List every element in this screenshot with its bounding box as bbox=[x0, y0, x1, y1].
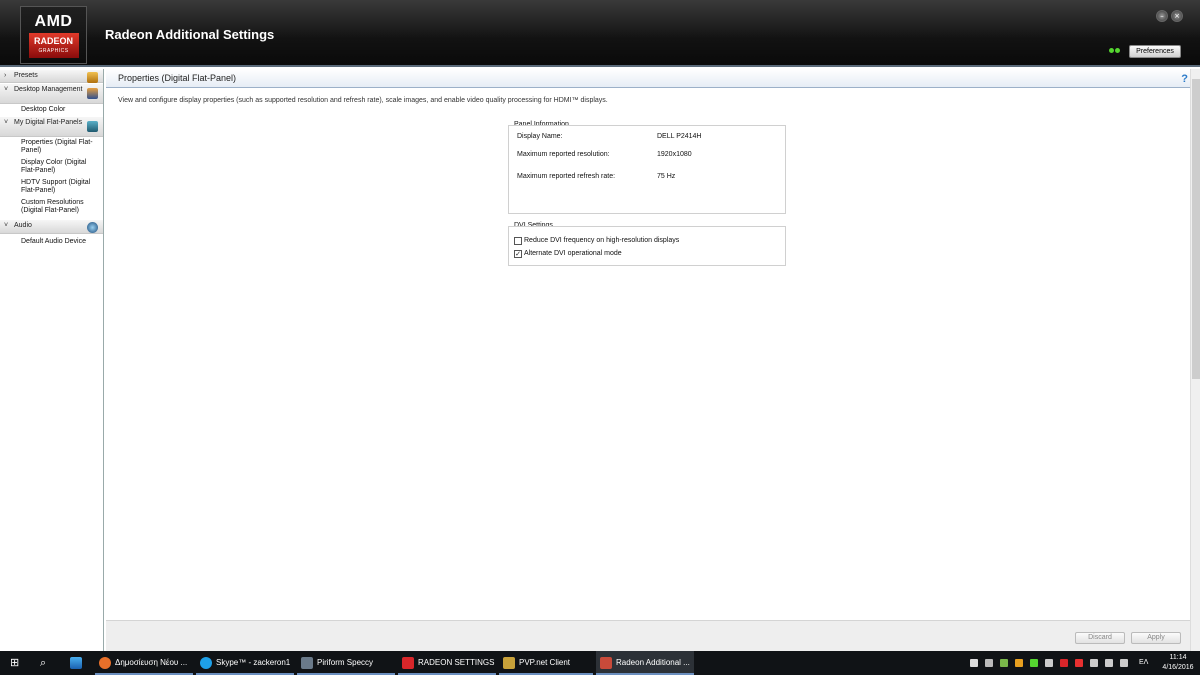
radeon-additional-icon bbox=[600, 657, 612, 669]
max-resolution-label: Maximum reported resolution: bbox=[517, 151, 610, 158]
chevron-down-icon: ˅ bbox=[4, 119, 9, 126]
tray-app-icon[interactable] bbox=[1030, 659, 1038, 667]
sidebar-item-hdtv-support[interactable]: HDTV Support (Digital Flat-Panel) bbox=[0, 177, 103, 197]
clock-time: 11:14 bbox=[1169, 654, 1187, 661]
chevron-right-icon: › bbox=[4, 72, 7, 79]
page-title-bar: Properties (Digital Flat-Panel) ? bbox=[106, 69, 1200, 88]
taskbar-item-speccy[interactable]: Piriform Speccy bbox=[297, 651, 395, 675]
notification-icon[interactable] bbox=[1120, 659, 1128, 667]
discard-button[interactable]: Discard bbox=[1075, 632, 1125, 644]
sidebar-category-my-digital-flat-panels[interactable]: ˅ My Digital Flat-Panels bbox=[0, 116, 103, 137]
system-clock[interactable]: 11:14 4/16/2016 bbox=[1158, 653, 1198, 673]
tray-app-icon[interactable] bbox=[1075, 659, 1083, 667]
taskbar-item-label: Δημοσίευση Νέου ... bbox=[115, 658, 188, 667]
desktop-management-icon bbox=[87, 88, 98, 99]
tray-app-icon[interactable] bbox=[970, 659, 978, 667]
task-view-icon[interactable] bbox=[70, 657, 82, 669]
clock-date: 4/16/2016 bbox=[1162, 664, 1194, 671]
preferences-button[interactable]: Preferences bbox=[1129, 45, 1181, 58]
language-indicator[interactable]: ΕΛ bbox=[1139, 651, 1148, 675]
sidebar-item-default-audio-device[interactable]: Default Audio Device bbox=[0, 234, 103, 248]
logo-radeon-badge: RADEON GRAPHICS bbox=[28, 33, 79, 58]
reduce-dvi-label[interactable]: Reduce DVI frequency on high-resolution … bbox=[524, 237, 679, 244]
taskbar-item-radeon-settings[interactable]: RADEON SETTINGS bbox=[398, 651, 496, 675]
network-icon[interactable] bbox=[1090, 659, 1098, 667]
windows-taskbar: ⊞ ⌕ Δημοσίευση Νέου ... Skype™ - zackero… bbox=[0, 651, 1200, 675]
max-resolution-value: 1920x1080 bbox=[657, 151, 692, 158]
taskbar-item-firefox[interactable]: Δημοσίευση Νέου ... bbox=[95, 651, 193, 675]
sidebar-item-desktop-color[interactable]: Desktop Color bbox=[0, 104, 103, 116]
sidebar-category-label: Audio bbox=[14, 222, 32, 229]
radeon-icon bbox=[402, 657, 414, 669]
sidebar-category-label: My Digital Flat-Panels bbox=[14, 119, 83, 126]
help-icon[interactable]: ? bbox=[1181, 70, 1188, 89]
close-icon[interactable]: × bbox=[1171, 10, 1183, 22]
skype-icon bbox=[200, 657, 212, 669]
chevron-down-icon: ˅ bbox=[4, 86, 9, 93]
logo-radeon-text: RADEON bbox=[33, 36, 73, 46]
taskbar-item-radeon-additional[interactable]: Radeon Additional ... bbox=[596, 651, 694, 675]
status-dot-icon bbox=[1115, 48, 1120, 53]
alternate-dvi-label[interactable]: Alternate DVI operational mode bbox=[524, 250, 622, 257]
taskbar-item-label: Radeon Additional ... bbox=[616, 658, 690, 667]
sidebar-item-properties[interactable]: Properties (Digital Flat-Panel) bbox=[0, 137, 103, 157]
speccy-icon bbox=[301, 657, 313, 669]
amd-radeon-logo: AMD RADEON GRAPHICS bbox=[20, 6, 87, 64]
monitor-icon bbox=[87, 121, 98, 132]
tray-app-icon[interactable] bbox=[985, 659, 993, 667]
alternate-dvi-checkbox[interactable]: ✓ bbox=[514, 250, 522, 258]
taskbar-item-label: Piriform Speccy bbox=[317, 658, 374, 667]
tray-app-icon[interactable] bbox=[1015, 659, 1023, 667]
dvi-settings-group bbox=[508, 226, 786, 266]
sidebar: › Presets ˅ Desktop Management Desktop C… bbox=[0, 69, 104, 651]
vertical-scrollbar[interactable] bbox=[1190, 69, 1200, 651]
taskbar-item-skype[interactable]: Skype™ - zackeron1 bbox=[196, 651, 294, 675]
chevron-down-icon: ˅ bbox=[4, 222, 9, 229]
volume-icon[interactable] bbox=[1105, 659, 1113, 667]
sidebar-category-desktop-management[interactable]: ˅ Desktop Management bbox=[0, 83, 103, 104]
tray-app-icon[interactable] bbox=[1000, 659, 1008, 667]
logo-graphics-text: GRAPHICS bbox=[38, 48, 69, 54]
league-icon bbox=[503, 657, 515, 669]
app-title: Radeon Additional Settings bbox=[105, 27, 275, 42]
app-header: AMD RADEON GRAPHICS Radeon Additional Se… bbox=[0, 0, 1200, 67]
main-panel: Properties (Digital Flat-Panel) ? View a… bbox=[106, 69, 1200, 651]
tray-app-icon[interactable] bbox=[1045, 659, 1053, 667]
max-refresh-label: Maximum reported refresh rate: bbox=[517, 173, 616, 180]
taskbar-item-label: PVP.net Client bbox=[519, 658, 570, 667]
max-refresh-value: 75 Hz bbox=[657, 173, 676, 180]
action-bar: Discard Apply bbox=[106, 620, 1200, 651]
minimize-icon[interactable]: – bbox=[1156, 10, 1168, 22]
reduce-dvi-checkbox[interactable] bbox=[514, 237, 522, 245]
apply-button[interactable]: Apply bbox=[1131, 632, 1181, 644]
search-icon[interactable]: ⌕ bbox=[40, 651, 46, 675]
page-title: Properties (Digital Flat-Panel) bbox=[118, 73, 237, 83]
taskbar-item-label: Skype™ - zackeron1 bbox=[216, 658, 291, 667]
logo-amd-text: AMD bbox=[34, 13, 73, 30]
status-dot-icon bbox=[1109, 48, 1114, 53]
scrollbar-thumb[interactable] bbox=[1192, 79, 1200, 379]
display-name-value: DELL P2414H bbox=[657, 133, 702, 140]
sidebar-category-label: Desktop Management bbox=[14, 86, 83, 93]
windows-start-icon[interactable]: ⊞ bbox=[10, 651, 19, 675]
page-description: View and configure display properties (s… bbox=[118, 97, 608, 104]
tray-app-icon[interactable] bbox=[1060, 659, 1068, 667]
sidebar-category-presets[interactable]: › Presets bbox=[0, 69, 103, 83]
speaker-icon bbox=[87, 222, 98, 233]
presets-icon bbox=[87, 72, 98, 83]
firefox-icon bbox=[99, 657, 111, 669]
sidebar-item-display-color[interactable]: Display Color (Digital Flat-Panel) bbox=[0, 157, 103, 177]
sidebar-item-custom-resolutions[interactable]: Custom Resolutions (Digital Flat-Panel) bbox=[0, 197, 103, 217]
display-name-label: Display Name: bbox=[517, 133, 563, 140]
sidebar-category-audio[interactable]: ˅ Audio bbox=[0, 219, 103, 234]
taskbar-item-label: RADEON SETTINGS bbox=[418, 658, 495, 667]
sidebar-category-label: Presets bbox=[14, 72, 38, 79]
taskbar-item-pvp-client[interactable]: PVP.net Client bbox=[499, 651, 593, 675]
